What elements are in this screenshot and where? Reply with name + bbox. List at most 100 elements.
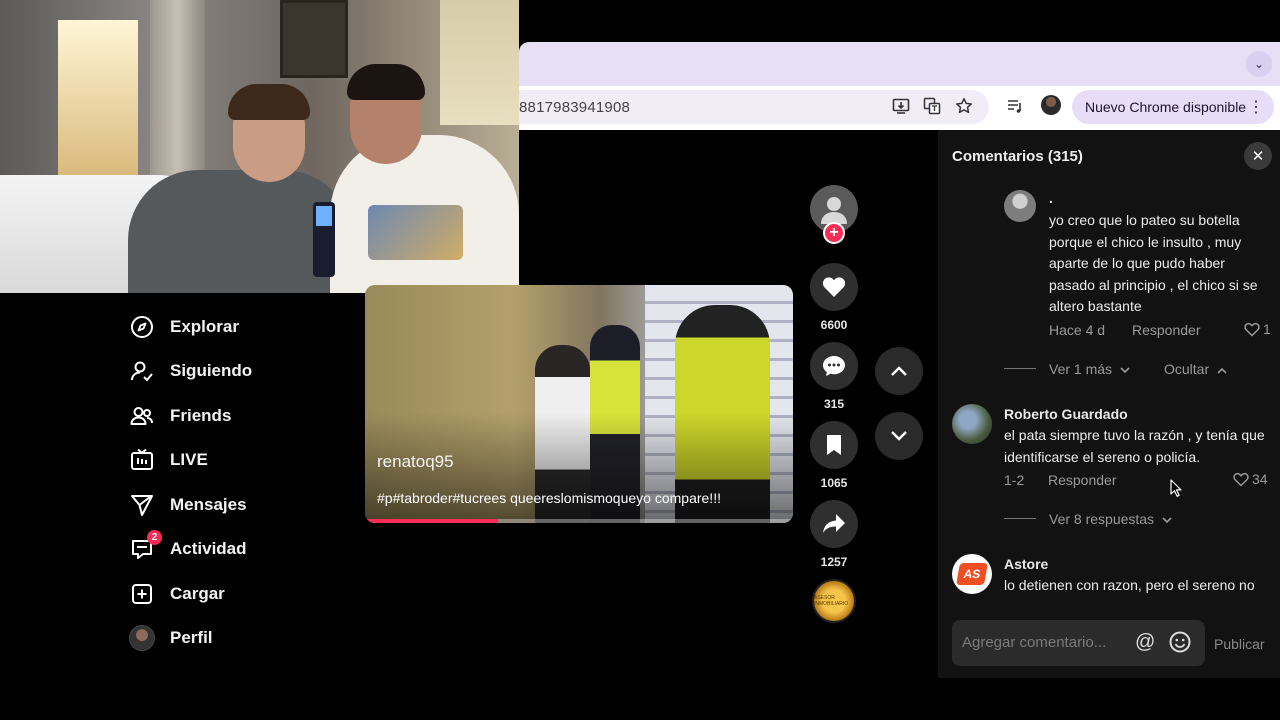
- sidebar-item-label: Friends: [170, 406, 232, 425]
- user-follow-icon: [128, 357, 156, 385]
- follow-button[interactable]: +: [823, 222, 845, 244]
- translate-icon[interactable]: [920, 94, 944, 118]
- inbox-icon: 2: [128, 530, 162, 563]
- comment-bubble-icon: [823, 356, 845, 376]
- sidebar-item-label: Siguiendo: [170, 361, 253, 380]
- profile-avatar: [129, 625, 155, 651]
- like-button[interactable]: [810, 263, 858, 311]
- video-author[interactable]: renatoq95: [377, 452, 454, 472]
- comment-time: 1-2: [1004, 472, 1025, 488]
- thread-divider: [1004, 518, 1036, 519]
- mention-icon[interactable]: @: [1135, 631, 1155, 654]
- comments-panel: Comentarios (315) ✕ . yo creo que lo pat…: [938, 130, 1280, 678]
- video-player[interactable]: renatoq95 #p#tabroder#tucrees queereslom…: [365, 285, 793, 523]
- video-progress-bar[interactable]: [365, 519, 793, 523]
- background-doorway: [58, 20, 138, 185]
- previous-video-button[interactable]: [875, 347, 923, 395]
- commenter-name[interactable]: Roberto Guardado: [1004, 406, 1128, 422]
- comments-title: Comentarios (315): [952, 148, 1083, 165]
- sidebar-item-cargar[interactable]: Cargar: [128, 579, 225, 609]
- comment-text: yo creo que lo pateo su botella porque e…: [1049, 212, 1258, 314]
- bookmark-icon: [827, 435, 841, 455]
- commenter-avatar[interactable]: [1004, 190, 1036, 222]
- bookmark-star-icon[interactable]: [952, 94, 976, 118]
- upload-icon: [128, 580, 156, 608]
- sidebar-item-label: Actividad: [170, 539, 247, 558]
- reading-list-icon[interactable]: [1003, 94, 1027, 118]
- chevron-down-icon: [891, 431, 907, 441]
- chevron-up-icon: [891, 366, 907, 376]
- sidebar-item-label: Explorar: [170, 317, 239, 336]
- video-caption: #p#tabroder#tucrees queereslomismoqueyo …: [377, 490, 721, 506]
- commenter-name[interactable]: .: [1049, 190, 1053, 206]
- background-curtain: [150, 0, 205, 190]
- background-picture-frame: [280, 0, 348, 78]
- comment-like-count: 34: [1252, 471, 1268, 487]
- post-comment-button[interactable]: Publicar: [1214, 636, 1265, 652]
- comment-placeholder: Agregar comentario...: [962, 634, 1107, 651]
- like-count: 6600: [820, 318, 848, 332]
- commenter-avatar[interactable]: [952, 404, 992, 444]
- share-button[interactable]: [810, 500, 858, 548]
- commenter-name[interactable]: Astore: [1004, 556, 1048, 572]
- address-bar[interactable]: 8817983941908: [519, 90, 989, 124]
- heart-outline-icon: [1233, 472, 1249, 487]
- music-disc[interactable]: ASESOR INMOBILIARIO: [812, 579, 856, 623]
- handheld-phone: [313, 202, 335, 277]
- sidebar-item-explorar[interactable]: Explorar: [128, 312, 239, 342]
- person-left-hair: [228, 84, 310, 120]
- profile-avatar[interactable]: [1041, 95, 1061, 115]
- webcam-overlay: [0, 0, 519, 293]
- close-comments-button[interactable]: ✕: [1244, 142, 1272, 170]
- screen: ⌄ 8817983941908 Nuevo Chrome disponible …: [0, 0, 1280, 720]
- compass-icon: [128, 313, 156, 341]
- notification-badge: 2: [147, 530, 162, 545]
- hide-replies-button[interactable]: Ocultar: [1164, 361, 1227, 377]
- heart-outline-icon: [1244, 322, 1260, 337]
- sidebar-item-label: Cargar: [170, 584, 225, 603]
- sidebar-item-label: LIVE: [170, 450, 208, 469]
- more-menu-icon[interactable]: ⋮: [1248, 97, 1264, 117]
- sidebar-item-friends[interactable]: Friends: [128, 401, 231, 431]
- chevron-down-icon: [1120, 367, 1130, 374]
- install-app-icon[interactable]: [889, 94, 913, 118]
- view-replies-label: Ver 8 respuestas: [1049, 511, 1155, 527]
- sidebar-item-actividad[interactable]: 2 Actividad: [128, 530, 247, 564]
- background-window: [440, 0, 519, 125]
- save-count: 1065: [820, 476, 848, 490]
- comment-text: el pata siempre tuvo la razón , y tenía …: [1004, 427, 1265, 465]
- comment-input[interactable]: Agregar comentario... @: [952, 620, 1205, 666]
- video-progress-fill: [365, 519, 498, 523]
- browser-tabstrip: ⌄: [519, 42, 1280, 86]
- chevron-down-icon: [1162, 517, 1172, 524]
- sidebar-item-siguiendo[interactable]: Siguiendo: [128, 356, 252, 386]
- share-arrow-icon: [823, 514, 845, 533]
- avatar-logo: AS: [956, 563, 988, 585]
- update-chrome-button[interactable]: Nuevo Chrome disponible ⋮: [1072, 90, 1274, 124]
- sidebar-item-perfil[interactable]: Perfil: [128, 623, 213, 653]
- next-video-button[interactable]: [875, 412, 923, 460]
- tab-search-dropdown[interactable]: ⌄: [1246, 51, 1272, 77]
- commenter-avatar[interactable]: AS: [952, 554, 992, 594]
- reply-button[interactable]: Responder: [1048, 472, 1117, 488]
- person-right-hair: [347, 64, 425, 100]
- reply-button[interactable]: Responder: [1132, 322, 1201, 338]
- comment-time: Hace 4 d: [1049, 322, 1106, 338]
- comment-like-button[interactable]: 1: [1244, 321, 1271, 337]
- sidebar-item-live[interactable]: LIVE: [128, 445, 208, 475]
- comment-like-button[interactable]: 34: [1233, 471, 1268, 487]
- comment-count: 315: [823, 397, 845, 411]
- chevron-down-icon: ⌄: [1253, 57, 1265, 71]
- sidebar-item-label: Mensajes: [170, 495, 247, 514]
- emoji-icon[interactable]: [1169, 631, 1191, 653]
- comment-button[interactable]: [810, 342, 858, 390]
- share-count: 1257: [820, 555, 848, 569]
- sidebar-item-mensajes[interactable]: Mensajes: [128, 490, 247, 520]
- view-replies-button[interactable]: Ver 8 respuestas: [1049, 511, 1172, 527]
- profile-icon-wrap: [128, 624, 156, 652]
- view-more-label: Ver 1 más: [1049, 361, 1113, 377]
- view-more-replies[interactable]: Ver 1 más: [1049, 361, 1130, 377]
- sidebar-item-label: Perfil: [170, 628, 213, 647]
- update-label: Nuevo Chrome disponible: [1085, 99, 1247, 115]
- save-button[interactable]: [810, 421, 858, 469]
